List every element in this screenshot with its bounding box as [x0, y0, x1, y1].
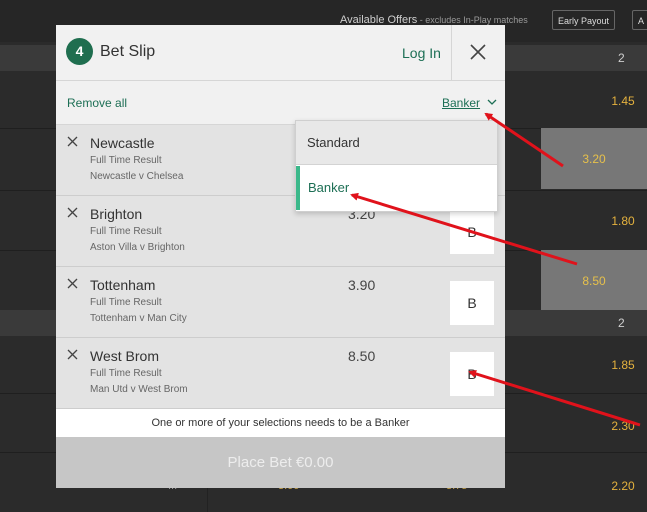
selection-team: Newcastle	[90, 135, 155, 151]
banker-warning-message: One or more of your selections needs to …	[56, 409, 505, 437]
bet-slip-title: Bet Slip	[100, 43, 156, 60]
odds-cell[interactable]: 2.20	[600, 479, 646, 493]
selection-match: Newcastle v Chelsea	[90, 171, 184, 182]
chevron-down-icon	[487, 99, 497, 105]
odds-cell[interactable]: 2.30	[600, 419, 646, 433]
banker-toggle-button[interactable]: B	[450, 281, 494, 325]
remove-selection-icon[interactable]	[67, 278, 78, 289]
odds-cell[interactable]: 1.45	[600, 94, 646, 108]
odds-cell-highlight[interactable]: 8.50	[541, 250, 647, 310]
selection-team: West Brom	[90, 348, 159, 364]
place-bet-button[interactable]: Place Bet €0.00	[56, 437, 505, 488]
odds-cell[interactable]: 1.80	[600, 214, 646, 228]
selection-market: Full Time Result	[90, 155, 162, 166]
selection-match: Man Utd v West Brom	[90, 384, 188, 395]
banker-toggle-button[interactable]: B	[450, 352, 494, 396]
selection-match: Aston Villa v Brighton	[90, 242, 185, 253]
close-icon	[470, 44, 486, 60]
selection-team: Brighton	[90, 206, 143, 222]
odds-cell-highlight[interactable]: 3.20	[541, 128, 647, 189]
bet-type-selector[interactable]: Banker	[442, 96, 497, 110]
bet-slip-header: 4 Bet Slip Log In	[56, 25, 505, 81]
dropdown-option-banker[interactable]: Banker	[296, 166, 497, 210]
selection-price: 3.90	[348, 277, 376, 293]
banker-toggle-button[interactable]: B	[450, 210, 494, 254]
selection-match: Tottenham v Man City	[90, 313, 187, 324]
remove-selection-icon[interactable]	[67, 136, 78, 147]
odds-cell[interactable]: 1.85	[600, 358, 646, 372]
selection-row: West Brom Full Time Result Man Utd v Wes…	[56, 338, 505, 409]
remove-selection-icon[interactable]	[67, 207, 78, 218]
close-button[interactable]	[451, 25, 506, 80]
selection-market: Full Time Result	[90, 368, 162, 379]
selection-market: Full Time Result	[90, 297, 162, 308]
bet-type-dropdown: Standard Banker	[295, 120, 498, 212]
selection-market: Full Time Result	[90, 226, 162, 237]
edge-button[interactable]: A	[632, 10, 647, 30]
selection-row: Tottenham Full Time Result Tottenham v M…	[56, 267, 505, 338]
selection-price: 8.50	[348, 348, 376, 364]
bet-slip-toolbar: Remove all Banker	[56, 81, 505, 125]
selection-count-badge: 4	[66, 38, 93, 65]
login-link[interactable]: Log In	[402, 45, 441, 61]
early-payout-button[interactable]: Early Payout	[552, 10, 616, 30]
bet-slip-panel: 4 Bet Slip Log In Remove all Banker Newc…	[56, 25, 505, 488]
remove-selection-icon[interactable]	[67, 349, 78, 360]
selection-team: Tottenham	[90, 277, 156, 293]
dropdown-option-standard[interactable]: Standard	[296, 121, 497, 165]
remove-all-link[interactable]: Remove all	[67, 96, 127, 110]
